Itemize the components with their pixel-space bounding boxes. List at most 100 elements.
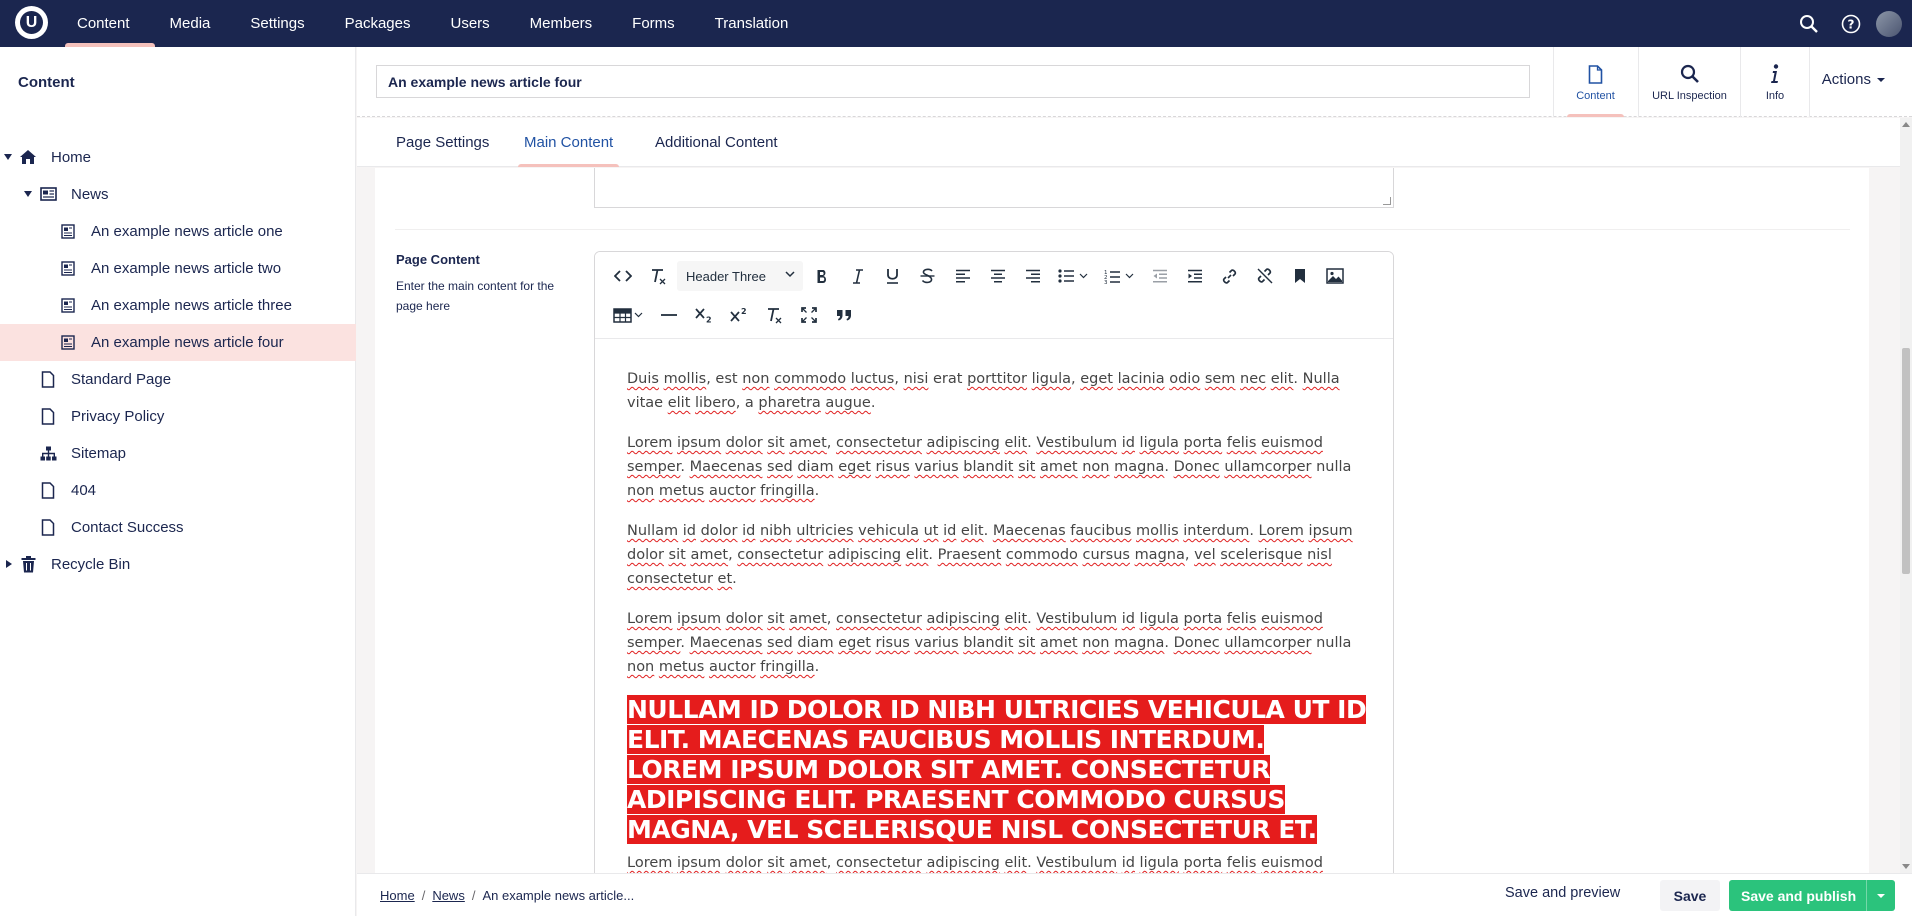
outdent-icon[interactable] — [1142, 261, 1177, 291]
content-tabs: Page Settings Main Content Additional Co… — [357, 118, 1912, 167]
tree-item-article-two[interactable]: An example news article two — [0, 250, 356, 287]
underline-icon[interactable] — [875, 261, 910, 291]
strikethrough-icon[interactable] — [910, 261, 945, 291]
tree-item-404[interactable]: 404 — [0, 472, 356, 509]
document-icon — [39, 481, 57, 499]
nav-settings[interactable]: Settings — [238, 0, 329, 47]
property-panel: Page Content Enter the main content for … — [375, 168, 1869, 873]
save-button[interactable]: Save — [1660, 880, 1720, 911]
tree-item-home[interactable]: Home — [0, 139, 356, 176]
tree-label: An example news article two — [91, 260, 282, 277]
app-tab-info[interactable]: Info — [1740, 47, 1810, 117]
content-tree-sidebar: Content Home News An example news articl… — [0, 47, 356, 916]
rte-content[interactable]: Duis mollis, est non commodo luctus, nis… — [627, 367, 1367, 873]
user-avatar[interactable] — [1876, 10, 1902, 37]
document-icon — [39, 370, 57, 388]
tree-item-article-one[interactable]: An example news article one — [0, 213, 356, 250]
nav-media[interactable]: Media — [158, 0, 236, 47]
scrollbar-thumb[interactable] — [1902, 348, 1910, 574]
clear-format-icon[interactable] — [756, 300, 791, 330]
tab-additional-content[interactable]: Additional Content — [655, 118, 778, 167]
link-icon[interactable] — [1212, 261, 1247, 291]
format-select[interactable]: Header Three — [677, 261, 803, 291]
caret-down-icon[interactable] — [24, 191, 32, 197]
search-icon[interactable] — [1788, 0, 1830, 47]
tree-item-news[interactable]: News — [0, 176, 356, 213]
format-select-value: Header Three — [686, 268, 766, 284]
section-nav: Content Media Settings Packages Users Me… — [65, 0, 816, 47]
page-scrollbar[interactable] — [1900, 118, 1912, 873]
tree-item-article-three[interactable]: An example news article three — [0, 287, 356, 324]
nav-members[interactable]: Members — [518, 0, 618, 47]
property-divider — [395, 229, 1850, 230]
nav-translation[interactable]: Translation — [703, 0, 814, 47]
nav-content[interactable]: Content — [65, 0, 155, 47]
resize-handle-icon[interactable] — [1383, 197, 1391, 205]
tree-label: Standard Page — [71, 371, 172, 388]
scroll-down-icon[interactable] — [1902, 864, 1910, 869]
paragraph-5: Lorem ipsum dolor sit amet, consectetur … — [627, 855, 1323, 871]
superscript-icon[interactable]: 2 — [721, 300, 756, 330]
bold-icon[interactable] — [805, 261, 840, 291]
blockquote-icon[interactable] — [826, 300, 861, 330]
article-icon — [59, 222, 77, 240]
publish-label: Save and publish — [1741, 887, 1857, 904]
publish-options-toggle[interactable] — [1866, 880, 1895, 911]
document-icon — [39, 407, 57, 425]
image-icon[interactable] — [1317, 261, 1352, 291]
tree-item-privacy-policy[interactable]: Privacy Policy — [0, 398, 356, 435]
nav-users[interactable]: Users — [438, 0, 514, 47]
app-tab-content[interactable]: Content — [1553, 47, 1637, 117]
tree-item-recycle-bin[interactable]: Recycle Bin — [0, 546, 356, 583]
subscript-icon[interactable]: 2 — [686, 300, 721, 330]
scroll-up-icon[interactable] — [1902, 122, 1910, 127]
toolbar-row-1: Header Three 1 2 3 — [605, 260, 1352, 292]
previous-textarea[interactable] — [594, 168, 1394, 208]
tab-page-settings[interactable]: Page Settings — [396, 118, 489, 167]
breadcrumb-home[interactable]: Home — [380, 888, 415, 903]
remove-format-icon[interactable] — [640, 261, 675, 291]
tree-item-sitemap[interactable]: Sitemap — [0, 435, 356, 472]
help-icon[interactable]: ? — [1830, 0, 1872, 47]
sitemap-icon — [39, 444, 57, 462]
heading-text: Nullam id dolor id nibh ultricies vehicu… — [627, 695, 1367, 844]
source-code-icon[interactable] — [605, 261, 640, 291]
align-right-icon[interactable] — [1015, 261, 1050, 291]
caret-right-icon[interactable] — [6, 560, 12, 568]
italic-icon[interactable] — [840, 261, 875, 291]
table-icon[interactable] — [605, 300, 651, 330]
tree-item-standard-page[interactable]: Standard Page — [0, 361, 356, 398]
align-left-icon[interactable] — [945, 261, 980, 291]
document-icon — [1588, 62, 1603, 86]
indent-icon[interactable] — [1177, 261, 1212, 291]
horizontal-rule-icon[interactable] — [651, 300, 686, 330]
tree-label: 404 — [71, 482, 97, 499]
align-center-icon[interactable] — [980, 261, 1015, 291]
tree-item-article-four[interactable]: An example news article four — [0, 324, 356, 361]
article-icon — [59, 259, 77, 277]
app-tab-url-inspection[interactable]: URL Inspection — [1638, 47, 1740, 117]
tree-item-contact-success[interactable]: Contact Success — [0, 509, 356, 546]
breadcrumb: Home / News / An example news article... — [380, 888, 634, 903]
nav-packages[interactable]: Packages — [333, 0, 436, 47]
breadcrumb-news[interactable]: News — [432, 888, 465, 903]
breadcrumb-separator: / — [421, 888, 426, 903]
article-icon — [59, 333, 77, 351]
save-and-preview-button[interactable]: Save and preview — [1505, 885, 1620, 901]
caret-down-icon[interactable] — [4, 154, 12, 160]
tab-main-content[interactable]: Main Content — [517, 118, 620, 167]
anchor-icon[interactable] — [1282, 261, 1317, 291]
unlink-icon[interactable] — [1247, 261, 1282, 291]
bullet-list-icon[interactable] — [1050, 261, 1096, 291]
node-name-input[interactable]: An example news article four — [376, 65, 1530, 98]
numbered-list-icon[interactable]: 123 — [1096, 261, 1142, 291]
nav-forms[interactable]: Forms — [620, 0, 700, 47]
actions-dropdown[interactable]: Actions — [1822, 71, 1885, 88]
top-right-tools: ? — [1788, 0, 1912, 47]
fullscreen-icon[interactable] — [791, 300, 826, 330]
editor-header: An example news article four Content URL… — [357, 47, 1912, 117]
property-label: Page Content — [396, 252, 480, 267]
umbraco-logo[interactable]: U — [15, 6, 48, 39]
tree-label: An example news article three — [91, 297, 292, 314]
save-and-publish-button[interactable]: Save and publish — [1729, 880, 1895, 911]
